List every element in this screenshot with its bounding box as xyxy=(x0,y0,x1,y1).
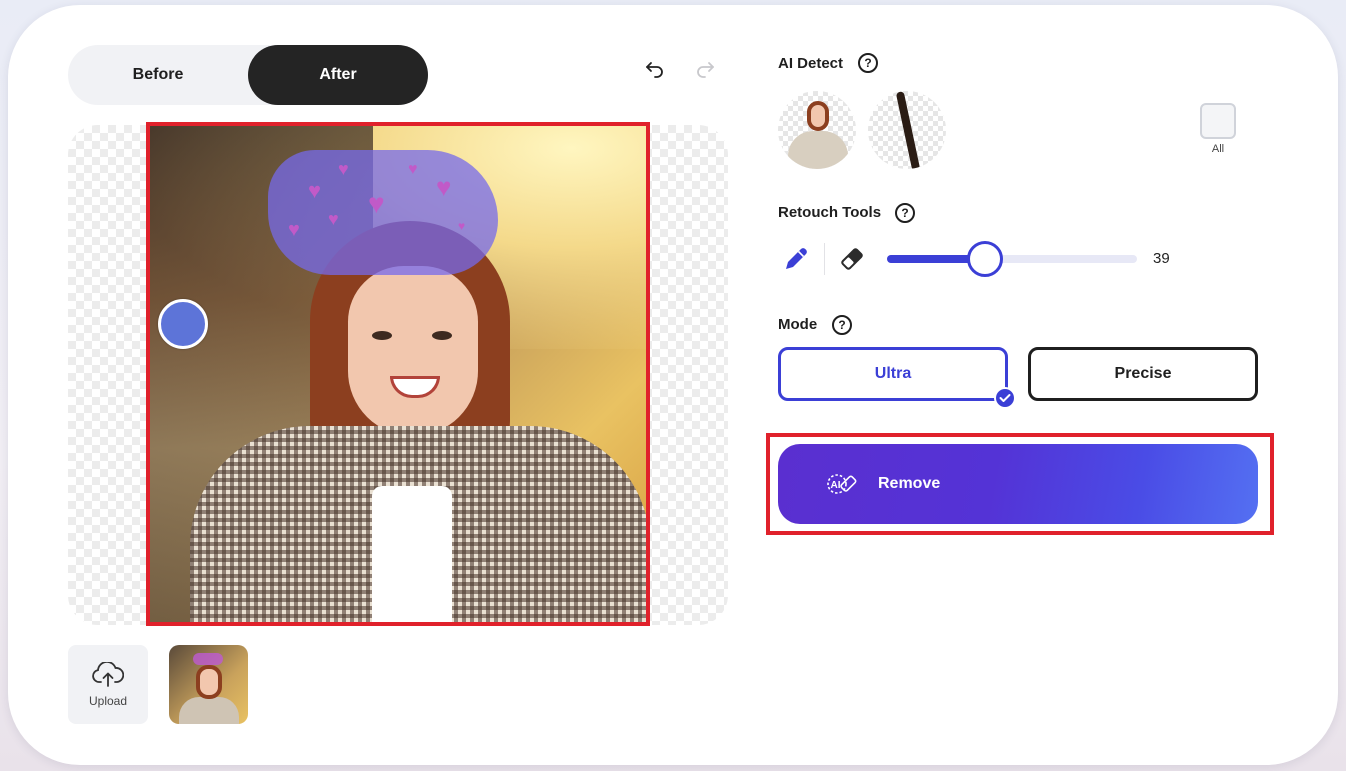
before-after-toggle: Before After xyxy=(68,45,428,105)
eraser-icon xyxy=(841,248,863,270)
brush-size-value: 39 xyxy=(1153,250,1170,267)
svg-text:AI: AI xyxy=(831,480,841,491)
heart-icon: ♥ xyxy=(368,188,385,219)
redo-icon xyxy=(697,62,714,78)
ai-eraser-icon: AI xyxy=(827,474,857,494)
heart-icon: ♥ xyxy=(436,172,452,202)
photo-right-eye xyxy=(432,331,452,340)
upload-label: Upload xyxy=(88,693,128,708)
detect-person-body xyxy=(788,131,848,169)
detect-item-strap[interactable] xyxy=(868,91,946,169)
redo-button[interactable] xyxy=(692,56,718,82)
mode-precise-button[interactable]: Precise xyxy=(1028,347,1258,401)
undo-icon xyxy=(646,62,663,78)
eraser-tool-button[interactable] xyxy=(836,243,868,275)
mode-title: Mode xyxy=(778,316,818,333)
brush-tool-button[interactable] xyxy=(780,243,812,275)
brush-mask-area[interactable]: ♥ ♥ ♥ ♥ ♥ ♥ ♥ ♥ xyxy=(268,150,498,275)
mode-help-icon[interactable]: ? xyxy=(832,315,852,335)
thumb-face xyxy=(196,665,222,699)
cloud-upload-icon xyxy=(92,661,124,687)
heart-icon: ♥ xyxy=(308,178,322,203)
remove-label: Remove xyxy=(878,475,941,492)
mode-ultra-button[interactable]: Ultra xyxy=(778,347,1008,401)
detect-strap-shape xyxy=(895,91,921,169)
heart-icon: ♥ xyxy=(408,161,418,178)
edited-photo[interactable]: ♥ ♥ ♥ ♥ ♥ ♥ ♥ ♥ xyxy=(146,122,650,626)
image-thumbnail[interactable] xyxy=(169,645,248,724)
heart-icon: ♥ xyxy=(328,209,339,229)
detect-item-person[interactable] xyxy=(778,91,856,169)
brush-size-slider[interactable] xyxy=(887,241,1137,277)
heart-icon: ♥ xyxy=(288,219,300,241)
pencil-icon xyxy=(786,248,807,269)
ai-detect-title: AI Detect xyxy=(778,55,844,72)
heart-icon: ♥ xyxy=(458,219,466,233)
retouch-tools-title: Retouch Tools xyxy=(778,204,882,221)
brush-size-slider-thumb[interactable] xyxy=(966,241,1003,277)
upload-button[interactable]: Upload xyxy=(68,645,148,724)
retouch-tools-help-icon[interactable]: ? xyxy=(895,203,915,223)
undo-button[interactable] xyxy=(642,56,668,82)
detect-person-face xyxy=(807,101,829,131)
ai-detect-help-icon[interactable]: ? xyxy=(858,53,878,73)
select-all-checkbox[interactable] xyxy=(1200,103,1236,139)
tool-divider xyxy=(824,243,825,275)
selected-check-icon xyxy=(994,387,1016,409)
brush-cursor xyxy=(158,299,208,349)
photo-face xyxy=(348,266,478,436)
thumb-mask xyxy=(193,653,223,665)
after-button[interactable]: After xyxy=(248,45,428,105)
photo-left-eye xyxy=(372,331,392,340)
thumb-body xyxy=(179,697,239,724)
photo-shirt xyxy=(372,486,452,622)
before-button[interactable]: Before xyxy=(68,45,248,105)
heart-icon: ♥ xyxy=(338,159,349,179)
remove-button[interactable]: AI Remove xyxy=(778,444,1258,524)
select-all-label: All xyxy=(1211,143,1225,155)
